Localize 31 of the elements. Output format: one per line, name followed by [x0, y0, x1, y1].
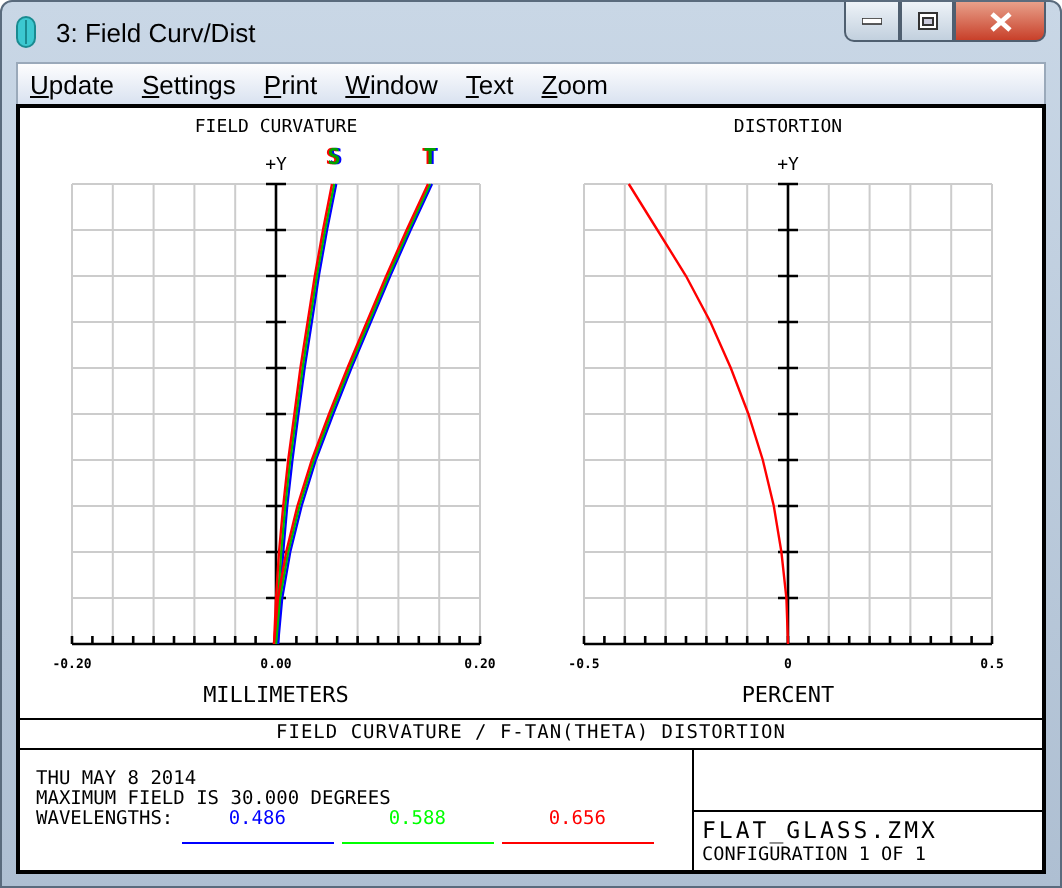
axis-label: MILLIMETERS — [203, 682, 349, 708]
wavelength-value: 0.656 — [548, 810, 606, 830]
configuration-text: CONFIGURATION 1 OF 1 — [700, 844, 928, 870]
restore-icon — [917, 12, 937, 30]
date-text: THU MAY 8 2014 — [36, 770, 199, 790]
menu-item[interactable]: Settings — [141, 69, 236, 99]
minimize-button[interactable] — [844, 2, 900, 42]
axis-label: +Y — [265, 156, 287, 176]
field-text: MAXIMUM FIELD IS 30.000 DEGREES — [36, 790, 393, 810]
axis-label: +Y — [777, 156, 799, 176]
axis-label: PERCENT — [741, 682, 835, 708]
minimize-icon — [862, 17, 882, 25]
chart-title: DISTORTION — [733, 118, 843, 138]
close-icon — [989, 11, 1011, 31]
window-title: 3: Field Curv/Dist — [56, 17, 256, 47]
plot-caption: FIELD CURVATURE / F-TAN(THETA) DISTORTION — [20, 720, 1042, 750]
menu-item[interactable]: Print — [263, 69, 318, 99]
menu-item[interactable]: Update — [30, 69, 114, 99]
maximize-button[interactable] — [900, 2, 954, 42]
curve-label: T — [423, 144, 437, 170]
app-icon — [16, 16, 36, 48]
wavelengths-label: WAVELENGTHS: — [36, 810, 174, 830]
close-button[interactable] — [954, 2, 1046, 42]
curve-label: S — [327, 144, 341, 170]
wavelength-value: 0.486 — [228, 810, 286, 830]
menu-item[interactable]: Text — [465, 69, 514, 99]
menu-item[interactable]: Zoom — [541, 69, 608, 99]
file-name: FLAT_GLASS.ZMX — [700, 814, 940, 844]
menu-item[interactable]: Window — [345, 69, 438, 99]
wavelength-value: 0.588 — [388, 810, 446, 830]
chart-title: FIELD CURVATURE — [194, 118, 358, 138]
